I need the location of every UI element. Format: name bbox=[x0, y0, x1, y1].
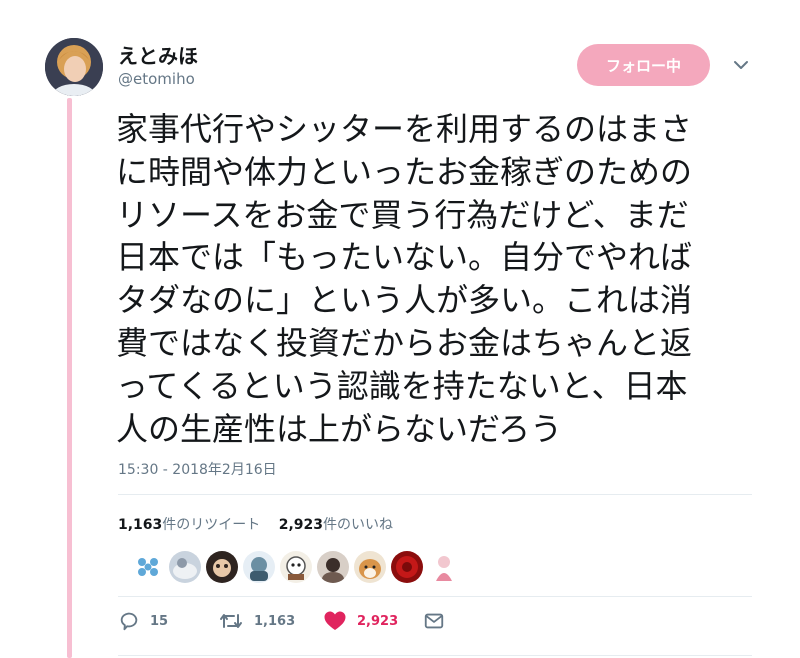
author-avatar[interactable] bbox=[45, 38, 103, 96]
likes-stat-count: 2,923 bbox=[278, 517, 324, 533]
avatar-image bbox=[45, 38, 103, 96]
tweet-timestamp[interactable]: 15:30 - 2018年2月16日 bbox=[118, 459, 277, 479]
like-count: 2,923 bbox=[357, 613, 399, 629]
mail-icon bbox=[424, 613, 444, 629]
heart-icon bbox=[324, 611, 346, 630]
thread-line bbox=[67, 98, 72, 658]
tweet-line: タダなのに」という人が多い。これは消 bbox=[116, 281, 693, 320]
liker-avatar[interactable] bbox=[426, 549, 462, 585]
likes-stat[interactable]: 2,923件のいいね bbox=[279, 517, 393, 533]
tweet-line: 日本では「もったいない。自分でやれば bbox=[116, 238, 693, 277]
tweet-line: 人の生産性は上がらないだろう bbox=[116, 409, 563, 448]
tweet-line: リソースをお金で買う行為だけど、まだ bbox=[116, 195, 689, 234]
liker-avatar[interactable] bbox=[315, 549, 351, 585]
tweet-line: に時間や体力といったお金稼ぎのための bbox=[116, 152, 693, 191]
like-button[interactable]: 2,923 bbox=[323, 610, 398, 632]
divider bbox=[118, 596, 752, 597]
reply-button[interactable]: 15 bbox=[118, 610, 168, 632]
retweet-count: 1,163 bbox=[254, 613, 296, 629]
tweet-line: 家事代行やシッターを利用するのはまさ bbox=[116, 110, 693, 148]
chevron-down-icon[interactable] bbox=[730, 56, 752, 74]
liker-avatar[interactable] bbox=[167, 549, 203, 585]
retweet-icon bbox=[220, 614, 242, 628]
engagement-stats: 1,163件のリツイート 2,923件のいいね bbox=[118, 514, 407, 534]
divider bbox=[118, 494, 752, 495]
liker-avatar[interactable] bbox=[130, 549, 166, 585]
divider bbox=[118, 655, 752, 656]
reply-icon bbox=[120, 612, 138, 631]
liker-avatar[interactable] bbox=[352, 549, 388, 585]
tweet-text: 家事代行やシッターを利用するのはまさ に時間や体力といったお金稼ぎのための リソ… bbox=[116, 108, 756, 450]
retweets-stat-count: 1,163 bbox=[118, 517, 163, 533]
retweet-button[interactable]: 1,163 bbox=[218, 610, 295, 632]
tweet-line: ってくるという認識を持たないと、日本 bbox=[116, 366, 688, 405]
liker-avatar[interactable] bbox=[241, 549, 277, 585]
likes-stat-label: 件のいいね bbox=[323, 517, 394, 533]
liker-avatar[interactable] bbox=[278, 549, 314, 585]
direct-message-button[interactable] bbox=[423, 610, 445, 632]
liker-avatar[interactable] bbox=[204, 549, 240, 585]
liker-avatar[interactable] bbox=[389, 549, 425, 585]
author-handle[interactable]: @etomiho bbox=[118, 70, 195, 88]
reply-count: 15 bbox=[150, 613, 169, 629]
retweets-stat-label: 件のリツイート bbox=[162, 517, 261, 533]
author-display-name[interactable]: えとみほ bbox=[118, 40, 198, 69]
tweet-line: 費ではなく投資だからお金はちゃんと返 bbox=[116, 323, 693, 362]
retweets-stat[interactable]: 1,163件のリツイート bbox=[118, 517, 260, 533]
following-button[interactable]: フォロー中 bbox=[577, 44, 710, 86]
